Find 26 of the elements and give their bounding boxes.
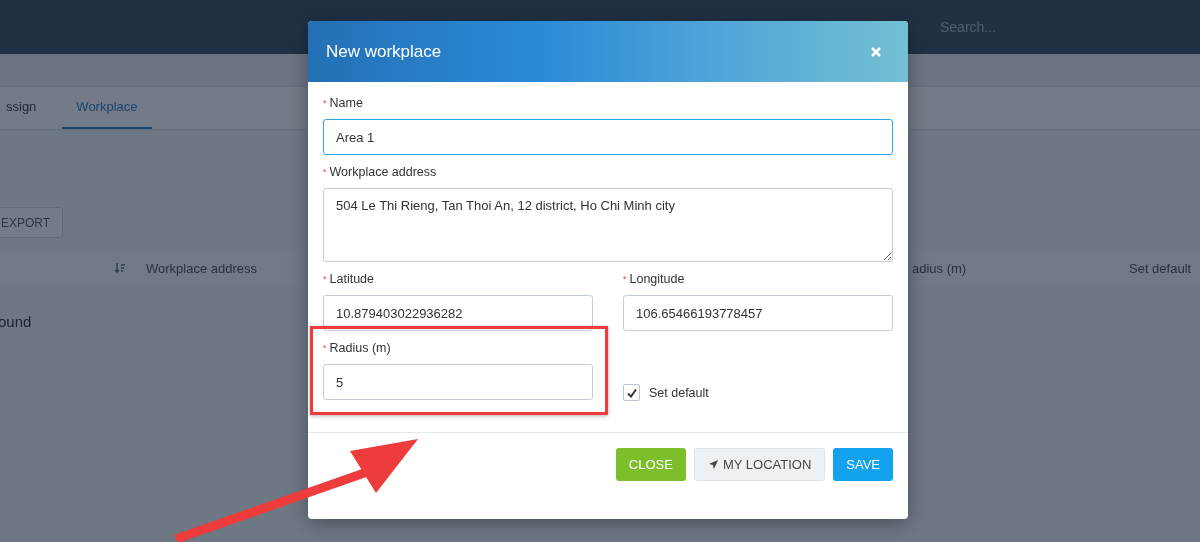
checkbox-label: Set default (649, 385, 709, 400)
required-mark: * (323, 98, 327, 108)
field-label: Name (329, 96, 363, 110)
navigation-arrow-icon (707, 459, 719, 470)
dialog-button[interactable]: MY LOCATION (693, 448, 826, 481)
close-icon[interactable] (870, 45, 882, 58)
address-field[interactable]: 504 Le Thi Rieng, Tan Thoi An, 12 district, Ho Chi Minh city (323, 188, 893, 262)
required-mark: * (323, 167, 327, 177)
column-header: Workplace address (146, 261, 258, 276)
field-label: Workplace address (329, 165, 437, 179)
text-field[interactable]: 5 (323, 364, 593, 400)
required-mark: * (323, 343, 327, 353)
field-label: Radius (m) (329, 341, 391, 355)
text-field[interactable]: Area 1 (323, 119, 893, 155)
column-header: adius (m) (912, 261, 967, 276)
required-mark: * (323, 274, 327, 284)
checkmark-icon (625, 386, 638, 399)
checkbox[interactable] (623, 384, 640, 401)
column-header: Set default (1129, 261, 1192, 276)
sort-icon[interactable] (114, 262, 126, 274)
text-field[interactable]: 106.65466193778457 (623, 295, 893, 331)
field-label: Longitude (629, 272, 685, 286)
dialog-title: New workplace (326, 41, 442, 62)
field-label: Latitude (329, 272, 374, 286)
text-field[interactable]: 10.879403022936282 (323, 295, 593, 331)
required-mark: * (623, 274, 627, 284)
